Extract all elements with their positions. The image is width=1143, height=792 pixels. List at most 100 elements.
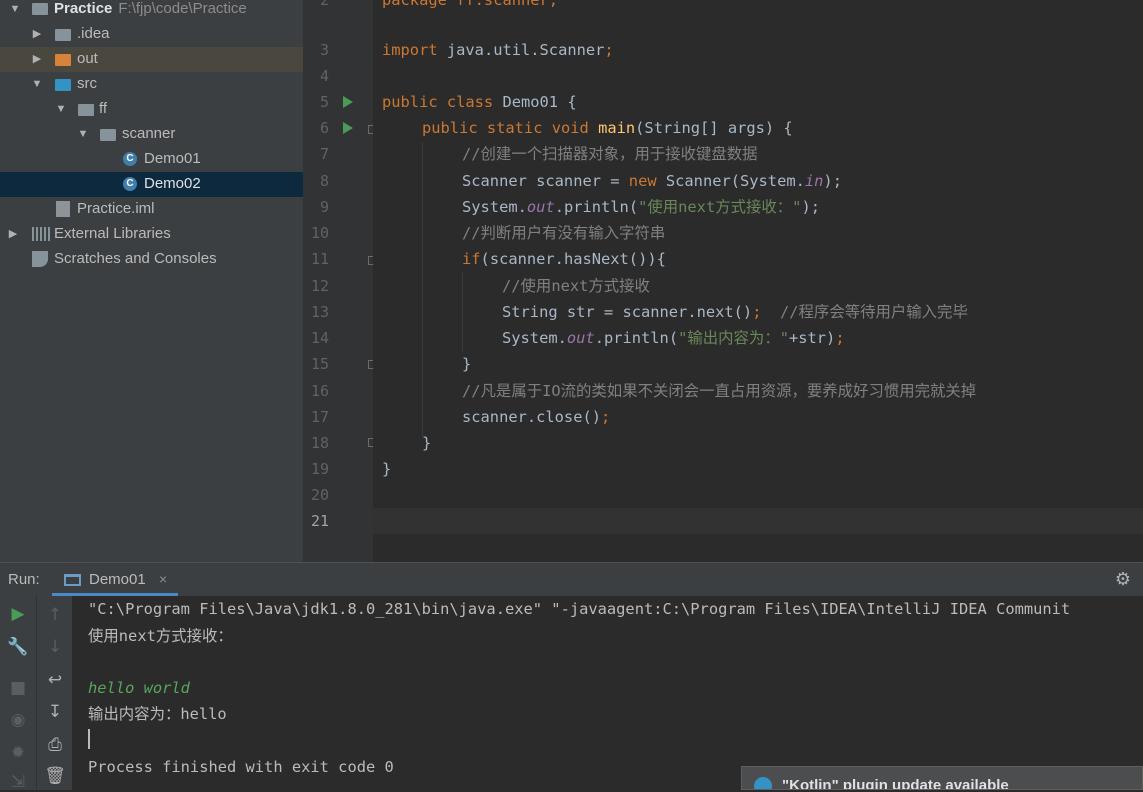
line-number: 3 xyxy=(319,41,329,59)
tree-item-label: Demo01 xyxy=(144,150,201,167)
tab-demo01[interactable]: Demo01 × xyxy=(52,563,178,596)
code-line-9: System.out.println("使用next方式接收："); xyxy=(462,198,820,216)
line-number: 14 xyxy=(310,329,329,347)
line-number: 6 xyxy=(319,119,329,137)
line-number-current: 21 xyxy=(310,512,329,530)
close-icon[interactable]: × xyxy=(159,563,167,596)
line-number: 18 xyxy=(310,434,329,452)
module-file-icon xyxy=(56,201,70,217)
tree-item-idea[interactable]: ▶ .idea xyxy=(0,22,303,47)
tree-item-src[interactable]: ▼ src xyxy=(0,72,303,97)
chevron-down-icon[interactable]: ▼ xyxy=(54,97,68,121)
gear-icon[interactable]: ⚙ xyxy=(1115,570,1131,588)
text-caret xyxy=(88,729,90,749)
line-number: 5 xyxy=(319,93,329,111)
chevron-down-icon[interactable]: ▼ xyxy=(8,0,22,21)
line-number: 10 xyxy=(310,224,329,242)
package-icon xyxy=(100,129,116,141)
line-number: 13 xyxy=(310,303,329,321)
chevron-down-icon[interactable]: ▼ xyxy=(76,122,90,146)
tree-item-practice-iml[interactable]: Practice.iml xyxy=(0,197,303,222)
code-editor[interactable]: package ff.scanner; import java.util.Sca… xyxy=(373,0,1143,562)
tree-item-demo01[interactable]: C Demo01 xyxy=(0,147,303,172)
run-label: Run: xyxy=(8,571,40,588)
code-line-11: if(scanner.hasNext()){ xyxy=(462,250,666,268)
indent-guide xyxy=(462,272,463,352)
tab-label: Demo01 xyxy=(89,571,146,588)
line-number: 16 xyxy=(310,382,329,400)
code-line-7: //创建一个扫描器对象，用于接收键盘数据 xyxy=(462,145,758,163)
java-class-icon: C xyxy=(123,152,137,166)
code-line-2: package ff.scanner; xyxy=(382,0,559,9)
chevron-right-icon[interactable]: ▶ xyxy=(6,222,20,246)
camera-icon[interactable]: ◉ xyxy=(0,710,36,730)
line-number: 8 xyxy=(319,172,329,190)
editor-gutter: 2 3 4 5 6 7 8 9 10 11 12 13 14 15 16 17 … xyxy=(303,0,377,562)
scroll-to-end-icon[interactable]: ↧ xyxy=(37,702,73,722)
tree-item-label: out xyxy=(77,50,98,67)
root-path: F:\fjp\code\Practice xyxy=(118,0,247,17)
tree-item-scanner[interactable]: ▼ scanner xyxy=(0,122,303,147)
line-number: 12 xyxy=(310,277,329,295)
tree-item-ff[interactable]: ▼ ff xyxy=(0,97,303,122)
code-line-12: //使用next方式接收 xyxy=(502,277,650,295)
project-tool-window: ▼ Practice F:\fjp\code\Practice ▶ .idea ▶… xyxy=(0,0,303,562)
chevron-right-icon[interactable]: ▶ xyxy=(30,22,44,46)
line-number: 17 xyxy=(310,408,329,426)
arrow-up-icon[interactable]: ↑ xyxy=(37,605,73,625)
run-toolbar-secondary: ↑ ↓ ↩ ↧ ⎙ 🗑 xyxy=(36,596,73,790)
print-icon[interactable]: ⎙ xyxy=(37,735,73,755)
run-gutter-icon[interactable] xyxy=(343,96,353,108)
tree-item-label: Demo02 xyxy=(144,175,201,192)
tree-item-scratches[interactable]: Scratches and Consoles xyxy=(0,247,303,272)
console-user-input: hello world xyxy=(88,679,190,697)
libraries-icon xyxy=(32,227,50,241)
tree-item-external-libraries[interactable]: ▶ External Libraries xyxy=(0,222,303,247)
console-icon xyxy=(64,574,81,586)
run-gutter-icon[interactable] xyxy=(343,122,353,134)
line-number: 15 xyxy=(310,355,329,373)
code-line-16: //凡是属于IO流的类如果不关闭会一直占用资源，要养成好习惯用完就关掉 xyxy=(462,382,977,400)
code-line-14: System.out.println("输出内容为："+str); xyxy=(502,329,845,347)
code-line-18: } xyxy=(422,434,432,452)
line-number: 7 xyxy=(319,145,329,163)
tree-item-label: src xyxy=(77,75,97,92)
code-line-6: public static void main(String[] args) { xyxy=(422,119,793,137)
arrow-down-icon[interactable]: ↓ xyxy=(37,637,73,657)
tree-item-demo02[interactable]: C Demo02 xyxy=(0,172,303,197)
notification-text: "Kotlin" plugin update available xyxy=(782,777,1009,790)
soft-wrap-icon[interactable]: ↩ xyxy=(37,670,73,690)
stop-icon[interactable]: ■ xyxy=(0,678,36,698)
run-toolbar-primary: ▶ 🔧 ■ ◉ ✹ ⇲ xyxy=(0,596,36,792)
source-folder-icon xyxy=(55,79,71,91)
tree-root-practice[interactable]: ▼ Practice F:\fjp\code\Practice xyxy=(0,0,303,22)
chevron-right-icon[interactable]: ▶ xyxy=(30,47,44,71)
indent-guide xyxy=(422,142,423,438)
chevron-down-icon[interactable]: ▼ xyxy=(30,72,44,96)
scratches-icon xyxy=(32,251,48,267)
line-number: 4 xyxy=(319,67,329,85)
tree-item-label: .idea xyxy=(77,25,110,42)
info-icon xyxy=(754,777,772,789)
line-number: 20 xyxy=(310,486,329,504)
rerun-icon[interactable]: ▶ xyxy=(0,604,36,624)
console-line: 使用next方式接收： xyxy=(88,627,233,645)
line-number: 9 xyxy=(319,198,329,216)
notification-balloon[interactable]: "Kotlin" plugin update available xyxy=(741,766,1143,790)
folder-excluded-icon xyxy=(55,54,71,66)
console-line: Process finished with exit code 0 xyxy=(88,758,394,776)
debug-settings-icon[interactable]: ✹ xyxy=(0,743,36,763)
exit-icon[interactable]: ⇲ xyxy=(0,772,36,792)
tree-item-out[interactable]: ▶ out xyxy=(0,47,303,72)
trash-icon[interactable]: 🗑 xyxy=(37,766,73,786)
wrench-icon[interactable]: 🔧 xyxy=(0,637,36,657)
root-name: Practice xyxy=(54,0,113,17)
java-class-icon: C xyxy=(123,177,137,191)
console-line: "C:\Program Files\Java\jdk1.8.0_281\bin\… xyxy=(88,600,1071,618)
code-line-15: } xyxy=(462,355,472,373)
package-icon xyxy=(78,104,94,116)
run-tool-window-header: Run: Demo01 × ⚙ xyxy=(0,562,1143,596)
console-output[interactable]: "C:\Program Files\Java\jdk1.8.0_281\bin\… xyxy=(72,596,1143,790)
code-line-8: Scanner scanner = new Scanner(System.in)… xyxy=(462,172,842,190)
code-line-17: scanner.close(); xyxy=(462,408,611,426)
